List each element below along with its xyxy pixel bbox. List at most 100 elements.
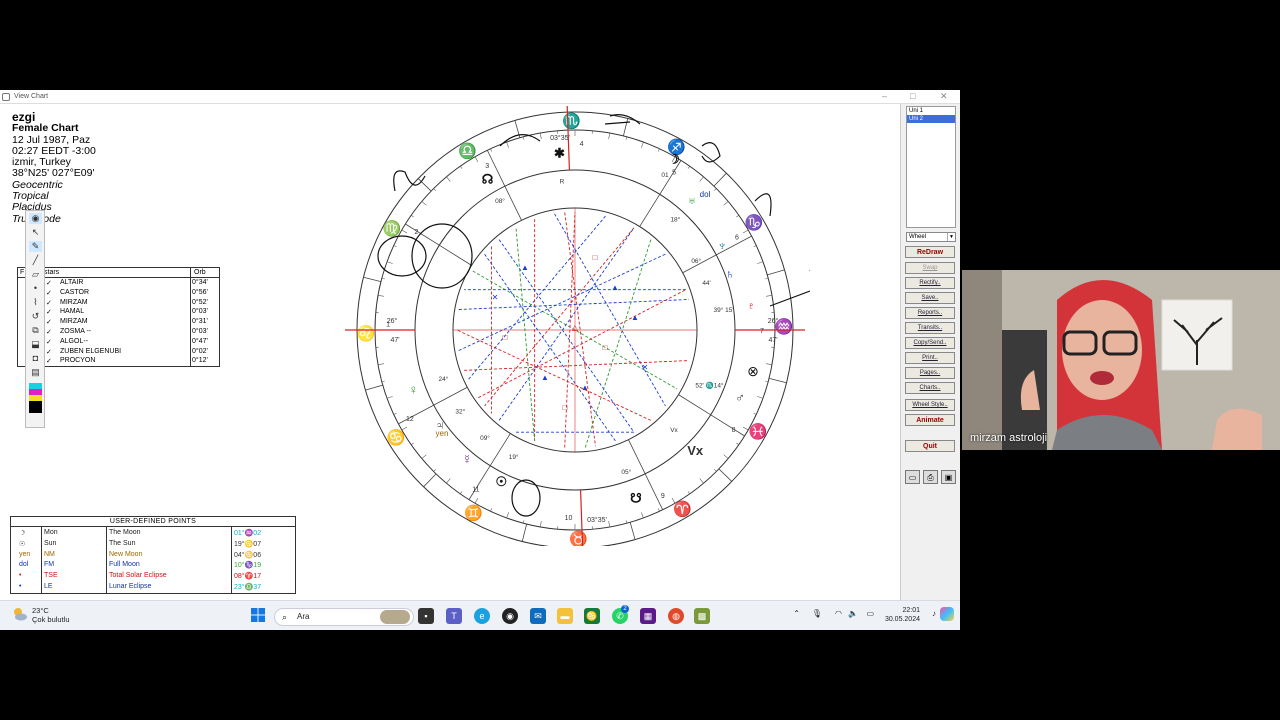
side-button-pages[interactable]: Pages.. bbox=[905, 367, 955, 379]
check-icon[interactable]: ✓ bbox=[46, 338, 52, 346]
south-node-icon[interactable]: ☋ bbox=[630, 490, 642, 505]
fixed-star-row[interactable]: ✓ ALGOL-- 0°47' bbox=[18, 338, 219, 348]
side-button-reports[interactable]: Reports.. bbox=[905, 307, 955, 319]
universe-list[interactable]: Uni 1 Uni 2 bbox=[906, 106, 956, 228]
check-icon[interactable]: ✓ bbox=[46, 357, 52, 365]
degree-tick bbox=[460, 491, 463, 495]
side-button-save[interactable]: Save.. bbox=[905, 292, 955, 304]
minimize-icon[interactable]: – bbox=[882, 91, 887, 101]
fixed-star-row[interactable]: ✓ MIRZAM 0°52' bbox=[18, 299, 219, 309]
undo-icon[interactable]: ↺ bbox=[29, 311, 42, 322]
fixed-star-row[interactable]: ✓ PROCYON 0°12' bbox=[18, 357, 219, 367]
brush-icon[interactable]: ⌇ bbox=[29, 297, 42, 308]
window-titlebar[interactable]: View Chart – □ ✕ bbox=[0, 90, 960, 104]
close-icon[interactable]: ✕ bbox=[940, 91, 948, 102]
side-button-transits[interactable]: Transits.. bbox=[905, 322, 955, 334]
eye-icon[interactable]: ◉ bbox=[29, 213, 42, 224]
copy-icon[interactable]: ⧉ bbox=[29, 325, 42, 336]
app-icon-green[interactable]: ♋ bbox=[584, 608, 600, 624]
pen-icon[interactable]: ✎ bbox=[29, 241, 42, 252]
fixed-star-row[interactable]: ✓ ZUBEN ELGENUBI 0°02' bbox=[18, 348, 219, 358]
fixed-star-row[interactable]: ✓ MIRZAM 0°31' bbox=[18, 318, 219, 328]
quit-button[interactable]: Quit bbox=[905, 440, 955, 452]
color-swatch-black[interactable] bbox=[29, 401, 42, 413]
check-icon[interactable]: ✓ bbox=[46, 299, 52, 307]
uni-list-item[interactable]: Uni 2 bbox=[907, 115, 955, 123]
moon-icon[interactable]: ☽ bbox=[668, 152, 680, 167]
wifi-icon[interactable]: ◠ bbox=[835, 609, 842, 618]
window-title: View Chart bbox=[14, 93, 49, 100]
check-icon[interactable]: ✓ bbox=[46, 289, 52, 297]
stamp-icon[interactable]: ⬓ bbox=[29, 339, 42, 350]
uni-list-item[interactable]: Uni 1 bbox=[907, 107, 955, 115]
dot-icon[interactable]: • bbox=[29, 283, 42, 294]
side-button-animate[interactable]: Animate bbox=[905, 414, 955, 426]
camera-icon[interactable]: ◘ bbox=[29, 353, 42, 364]
check-icon[interactable]: ✓ bbox=[46, 348, 52, 356]
chevron-up-icon[interactable]: ⌃ bbox=[793, 609, 800, 618]
clipboard-icon[interactable]: ▤ bbox=[29, 367, 42, 378]
app-icon-purple[interactable]: ▦ bbox=[640, 608, 656, 624]
side-button-swap[interactable]: Swap bbox=[905, 262, 955, 274]
udp-row: yen NM New Moon 04°♋06 bbox=[11, 551, 295, 562]
mars-icon[interactable]: ♂ bbox=[735, 390, 745, 405]
mercury-icon[interactable]: ☿ bbox=[462, 452, 472, 467]
speaker-icon[interactable]: 🔈 bbox=[848, 609, 858, 618]
task-view-icon[interactable]: ▪ bbox=[418, 608, 434, 624]
taskbar-search-input[interactable]: ⌕ Ara bbox=[274, 608, 414, 626]
pointer-icon[interactable]: ↖ bbox=[29, 227, 42, 238]
udp-title: USER-DEFINED POINTS bbox=[11, 517, 295, 527]
wheel-type-select[interactable]: Wheel ▼ bbox=[906, 232, 956, 242]
chiron-icon[interactable]: ✱ bbox=[554, 146, 565, 161]
side-button-print[interactable]: Print.. bbox=[905, 352, 955, 364]
fixed-star-row[interactable]: ✓ ZOSMA -- 0°03' bbox=[18, 328, 219, 338]
house-number: 7 bbox=[760, 328, 764, 335]
weather-cloud-icon[interactable] bbox=[12, 606, 28, 622]
teams-icon[interactable]: T bbox=[446, 608, 462, 624]
side-button-charts[interactable]: Charts.. bbox=[905, 382, 955, 394]
pluto-icon[interactable]: ♇ bbox=[746, 298, 756, 313]
star-orb: 0°03' bbox=[192, 308, 208, 316]
copilot-icon[interactable] bbox=[940, 607, 954, 621]
windows-start-icon[interactable] bbox=[250, 607, 266, 623]
venus-icon[interactable]: ♀ bbox=[408, 382, 418, 397]
neptune-icon[interactable]: ♆ bbox=[717, 238, 727, 253]
side-button-copy-send[interactable]: Copy/Send.. bbox=[905, 337, 955, 349]
check-icon[interactable]: ✓ bbox=[46, 328, 52, 336]
clock[interactable]: 22:01 30.05.2024 bbox=[876, 606, 920, 624]
microphone-icon[interactable]: 🎙 bbox=[812, 609, 822, 618]
sun-icon[interactable]: ☉ bbox=[496, 474, 508, 489]
weather-widget[interactable]: 23°C Çok bulutlu bbox=[32, 606, 70, 624]
fixed-star-row[interactable]: ✓ HAMAL 0°03' bbox=[18, 308, 219, 318]
edge-icon[interactable]: e bbox=[474, 608, 490, 624]
saturn-icon[interactable]: ♄ bbox=[725, 267, 735, 282]
eraser-icon[interactable]: ▱ bbox=[29, 269, 42, 280]
printer-icon[interactable]: ⎙ bbox=[923, 470, 938, 484]
fixed-star-row[interactable]: ✓ CASTOR 0°56' bbox=[18, 289, 219, 299]
battery-icon[interactable]: ▭ bbox=[866, 609, 874, 618]
uranus-icon[interactable]: ♅ bbox=[687, 193, 697, 208]
disk-icon[interactable]: ▣ bbox=[941, 470, 956, 484]
astrology-chart-wheel[interactable]: ♑♐♏♎♍♌♋♊♉♈♓♒76543211211109803°35'03°35'2… bbox=[330, 106, 810, 546]
app-icon-dark[interactable]: ◉ bbox=[502, 608, 518, 624]
mail-icon[interactable]: ✉ bbox=[530, 608, 546, 624]
side-button-wheel-style[interactable]: Wheel Style.. bbox=[905, 399, 955, 411]
notification-bell-icon[interactable]: ♪ bbox=[932, 609, 936, 618]
whatsapp-badge: 2 bbox=[621, 605, 629, 613]
side-button-redraw[interactable]: ReDraw bbox=[905, 246, 955, 258]
fixed-star-row[interactable]: ✓ ALTAIR 0°34' bbox=[18, 279, 219, 289]
north-node-icon[interactable]: ☊ bbox=[482, 171, 494, 186]
vertex-icon[interactable]: Vx bbox=[687, 443, 704, 458]
aspect-line bbox=[515, 227, 536, 441]
check-icon[interactable]: ✓ bbox=[46, 308, 52, 316]
check-icon[interactable]: ✓ bbox=[46, 279, 52, 287]
chrome-icon[interactable]: ◍ bbox=[668, 608, 684, 624]
dsc-label: 26° bbox=[768, 317, 779, 325]
app-icon-olive[interactable]: ▩ bbox=[694, 608, 710, 624]
monitor-icon[interactable]: ▭ bbox=[905, 470, 920, 484]
line-icon[interactable]: ╱ bbox=[29, 255, 42, 266]
file-explorer-icon[interactable]: ▬ bbox=[557, 608, 573, 624]
check-icon[interactable]: ✓ bbox=[46, 318, 52, 326]
side-button-rectify[interactable]: Rectify.. bbox=[905, 277, 955, 289]
maximize-icon[interactable]: □ bbox=[910, 91, 915, 101]
